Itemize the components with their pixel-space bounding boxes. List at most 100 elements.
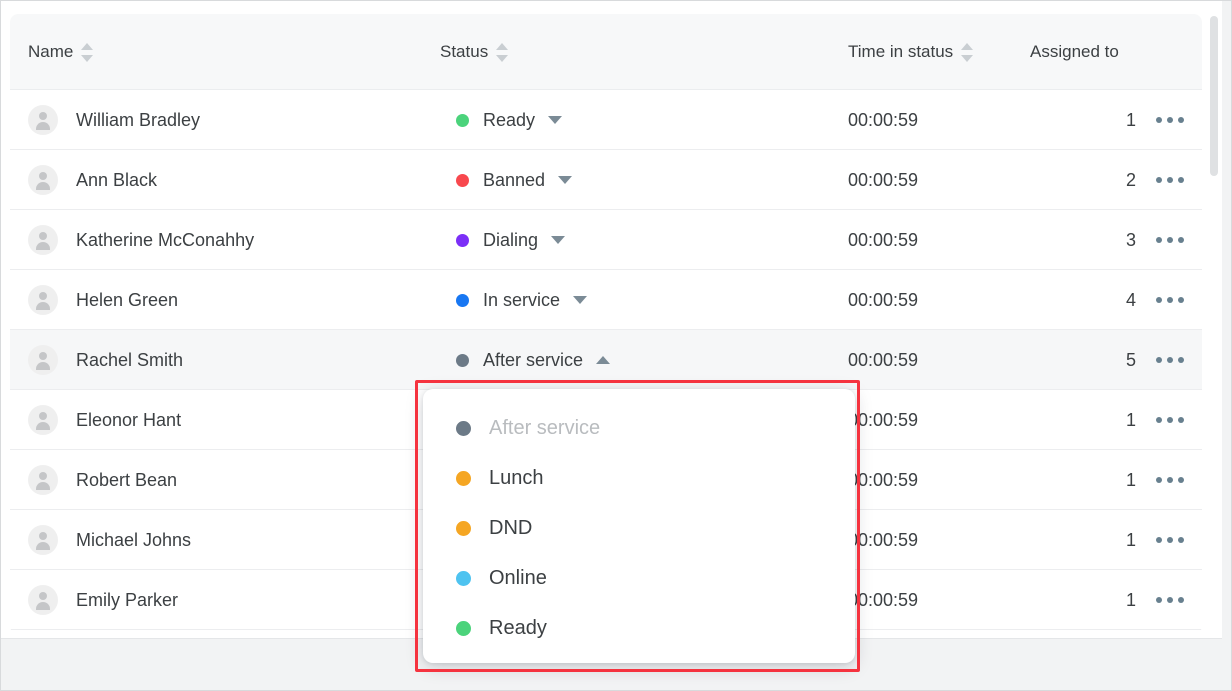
overflow-ellipsis-icon[interactable]	[1152, 529, 1188, 551]
cell-name: Rachel Smith	[28, 330, 183, 390]
cell-assigned-to: 5	[1125, 349, 1136, 370]
status-label: Ready	[483, 109, 536, 130]
cell-row-menu[interactable]	[1152, 90, 1188, 150]
agent-name: Rachel Smith	[76, 349, 184, 370]
table-row[interactable]: William Bradley Ready 00:00:59 1	[10, 90, 1202, 150]
avatar-icon	[28, 405, 58, 435]
sort-ascending-icon	[961, 42, 974, 50]
table-row[interactable]: Katherine McConahhy Dialing 00:00:59 3	[10, 210, 1202, 270]
app-root: Name Status Time in status Assigned to W…	[0, 0, 1232, 691]
cell-time-in-status: 00:00:59	[848, 529, 919, 550]
cell-row-menu[interactable]	[1152, 510, 1188, 570]
status-dot-icon	[456, 420, 471, 436]
agent-name: Helen Green	[76, 289, 179, 310]
status-label: Dialing	[483, 229, 539, 250]
avatar-icon	[28, 105, 58, 135]
chevron-up-icon[interactable]	[596, 356, 611, 364]
sort-descending-icon	[81, 54, 94, 62]
cell-assigned-to: 2	[1125, 169, 1136, 190]
status-dot-icon	[456, 470, 471, 486]
cell-assigned-to: 4	[1125, 289, 1136, 310]
status-dot-icon	[456, 173, 469, 187]
status-option-label: DND	[489, 516, 533, 539]
avatar-icon	[28, 285, 58, 315]
table-row[interactable]: Ann Black Banned 00:00:59 2	[10, 150, 1202, 210]
cell-row-menu[interactable]	[1152, 450, 1188, 510]
cell-row-menu[interactable]	[1152, 270, 1188, 330]
overflow-ellipsis-icon[interactable]	[1152, 289, 1188, 311]
table-header-row: Name Status Time in status Assigned to	[10, 14, 1202, 90]
cell-name: Robert Bean	[28, 450, 177, 510]
avatar-icon	[28, 165, 58, 195]
cell-time-in-status: 00:00:59	[848, 109, 919, 130]
cell-status[interactable]: Ready	[456, 90, 563, 150]
cell-row-menu[interactable]	[1152, 390, 1188, 450]
cell-assigned-to: 1	[1125, 529, 1136, 550]
sort-ascending-icon	[496, 42, 509, 50]
column-header-name[interactable]: Name	[28, 14, 94, 90]
overflow-ellipsis-icon[interactable]	[1152, 589, 1188, 611]
cell-name: Katherine McConahhy	[28, 210, 254, 270]
status-dot-icon	[456, 620, 471, 636]
chevron-down-icon[interactable]	[573, 296, 588, 304]
chevron-down-icon[interactable]	[558, 176, 573, 184]
agent-name: Robert Bean	[76, 469, 178, 490]
chevron-down-icon[interactable]	[548, 116, 563, 124]
column-header-time-in-status-label: Time in status	[848, 42, 954, 61]
cell-time-in-status: 00:00:59	[848, 409, 919, 430]
cell-row-menu[interactable]	[1152, 570, 1188, 630]
cell-assigned-to: 3	[1125, 229, 1136, 250]
status-option-label: Online	[489, 566, 547, 589]
overflow-ellipsis-icon[interactable]	[1152, 409, 1188, 431]
agent-name: William Bradley	[76, 109, 201, 130]
avatar-icon	[28, 525, 58, 555]
agent-name: Katherine McConahhy	[76, 229, 255, 250]
status-dropdown-menu[interactable]: After service Lunch DND Online Ready	[423, 389, 855, 663]
status-option[interactable]: Ready	[423, 603, 855, 653]
status-option[interactable]: DND	[423, 503, 855, 553]
status-option[interactable]: After service	[423, 403, 855, 453]
agent-name: Michael Johns	[76, 529, 192, 550]
cell-status[interactable]: After service	[456, 330, 611, 390]
avatar-icon	[28, 345, 58, 375]
cell-time-in-status: 00:00:59	[848, 349, 919, 370]
sort-arrows-icon[interactable]	[496, 42, 509, 62]
cell-status[interactable]: Dialing	[456, 210, 566, 270]
cell-time-in-status: 00:00:59	[848, 169, 919, 190]
cell-row-menu[interactable]	[1152, 210, 1188, 270]
cell-time-in-status: 00:00:59	[848, 589, 919, 610]
column-header-time-in-status[interactable]: Time in status	[848, 14, 974, 90]
cell-name: William Bradley	[28, 90, 200, 150]
sort-descending-icon	[496, 54, 509, 62]
status-dot-icon	[456, 293, 469, 307]
table-row[interactable]: Helen Green In service 00:00:59 4	[10, 270, 1202, 330]
cell-row-menu[interactable]	[1152, 330, 1188, 390]
column-header-assigned-to-label: Assigned to	[1030, 42, 1119, 61]
avatar-icon	[28, 225, 58, 255]
cell-name: Helen Green	[28, 270, 178, 330]
overflow-ellipsis-icon[interactable]	[1152, 109, 1188, 131]
status-option[interactable]: Online	[423, 553, 855, 603]
column-header-status[interactable]: Status	[440, 14, 509, 90]
overflow-ellipsis-icon[interactable]	[1152, 349, 1188, 371]
table-row[interactable]: Rachel Smith After service 00:00:59 5	[10, 330, 1202, 390]
status-label: After service	[483, 349, 584, 370]
status-option[interactable]: Lunch	[423, 453, 855, 503]
cell-status[interactable]: In service	[456, 270, 588, 330]
column-header-assigned-to: Assigned to	[1030, 14, 1119, 90]
cell-name: Eleonor Hant	[28, 390, 181, 450]
sort-arrows-icon[interactable]	[81, 42, 94, 62]
sort-arrows-icon[interactable]	[961, 42, 974, 62]
cell-row-menu[interactable]	[1152, 150, 1188, 210]
overflow-ellipsis-icon[interactable]	[1152, 169, 1188, 191]
chevron-down-icon[interactable]	[551, 236, 566, 244]
column-header-status-label: Status	[440, 42, 489, 61]
vertical-scrollbar-thumb[interactable]	[1210, 16, 1218, 176]
status-dot-icon	[456, 353, 469, 367]
cell-status[interactable]: Banned	[456, 150, 573, 210]
cell-assigned-to: 1	[1125, 589, 1136, 610]
overflow-ellipsis-icon[interactable]	[1152, 469, 1188, 491]
status-option-label: After service	[489, 416, 601, 439]
cell-time-in-status: 00:00:59	[848, 289, 919, 310]
overflow-ellipsis-icon[interactable]	[1152, 229, 1188, 251]
